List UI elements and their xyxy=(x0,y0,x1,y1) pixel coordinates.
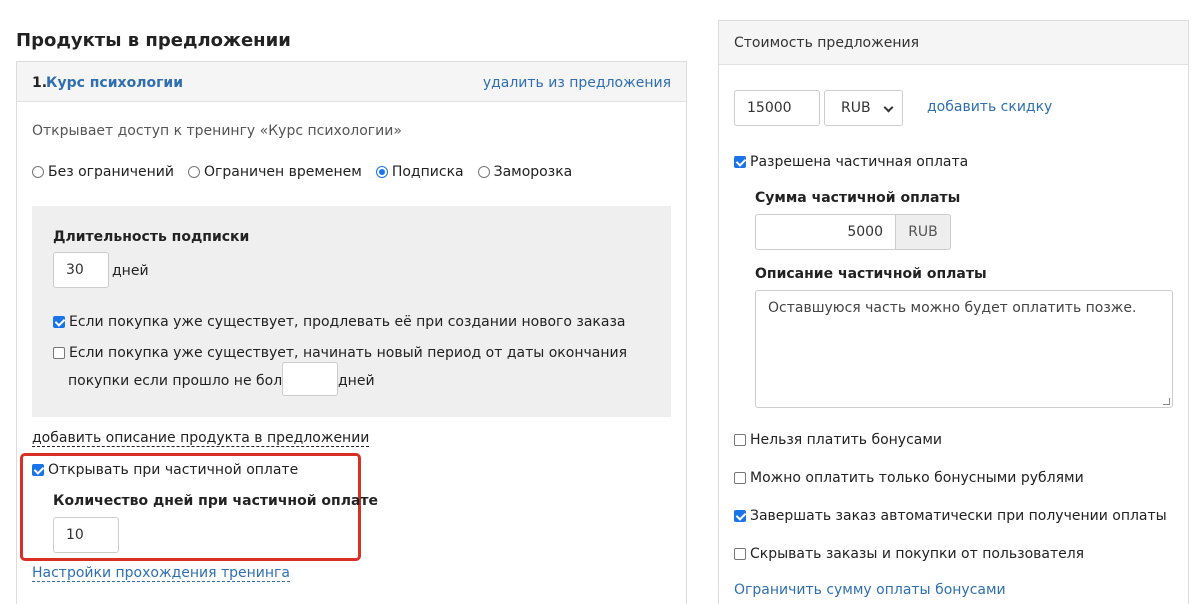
partial-description-text: Оставшуюся часть можно будет оплатить по… xyxy=(768,300,1137,316)
product-name-link[interactable]: Курс психологии xyxy=(46,75,183,91)
radio-button[interactable] xyxy=(188,166,200,178)
price-title: Стоимость предложения xyxy=(734,35,920,51)
radio-button[interactable] xyxy=(477,166,490,178)
partial-days-input[interactable]: 10 xyxy=(53,517,119,553)
currency-select-value: RUB xyxy=(841,100,871,116)
price-amount-input[interactable]: 15000 xyxy=(734,90,820,126)
partial-description-textarea[interactable]: Оставшуюся часть можно будет оплатить по… xyxy=(755,290,1173,408)
open-on-partial-checkbox[interactable] xyxy=(32,464,44,476)
bonus-only-checkbox[interactable] xyxy=(734,472,746,484)
add-discount-link[interactable]: добавить скидку xyxy=(927,99,1052,115)
duration-unit-label: дней xyxy=(112,263,149,279)
product-header: 1. Курс психологии удалить из предложени… xyxy=(17,62,686,102)
radio-unlimited[interactable]: Без ограничений xyxy=(32,164,174,180)
radio-label: Без ограничений xyxy=(48,164,174,180)
subscription-duration-input[interactable]: 30 xyxy=(53,252,109,288)
auto-complete-checkbox[interactable] xyxy=(734,510,746,522)
extend-purchase-label: Если покупка уже существует, продлевать … xyxy=(69,314,626,330)
hide-orders-option[interactable]: Скрывать заказы и покупки от пользовател… xyxy=(734,546,1084,562)
extend-purchase-option[interactable]: Если покупка уже существует, продлевать … xyxy=(53,314,626,330)
radio-label: Заморозка xyxy=(493,164,573,180)
new-period-label-continued: покупки если прошло не более xyxy=(68,373,300,389)
new-period-unit-label: дней xyxy=(338,373,375,389)
open-on-partial-label: Открывать при частичной оплате xyxy=(48,462,299,478)
no-bonus-checkbox[interactable] xyxy=(734,434,746,446)
subscription-settings-box: Длительность подписки 30 дней Если покуп… xyxy=(32,206,671,417)
access-description: Открывает доступ к тренингу «Курс психол… xyxy=(32,123,402,139)
hide-orders-checkbox[interactable] xyxy=(734,548,746,560)
radio-time-limited[interactable]: Ограничен временем xyxy=(188,164,362,180)
add-product-description-link[interactable]: добавить описание продукта в предложении xyxy=(32,430,370,447)
product-panel: 1. Курс психологии удалить из предложени… xyxy=(16,61,687,604)
new-period-option[interactable]: Если покупка уже существует, начинать но… xyxy=(53,345,627,361)
limit-bonus-link[interactable]: Ограничить сумму оплаты бонусами xyxy=(734,582,1006,598)
currency-select[interactable]: RUB xyxy=(824,90,903,126)
price-header: Стоимость предложения xyxy=(719,21,1188,65)
price-panel: Стоимость предложения 15000 RUB добавить… xyxy=(718,20,1189,604)
extend-purchase-checkbox[interactable] xyxy=(53,316,65,328)
new-period-checkbox[interactable] xyxy=(53,347,65,359)
access-type-radio-group: Без ограничений Ограничен временем Подпи… xyxy=(32,164,572,180)
section-title: Продукты в предложении xyxy=(16,30,291,51)
remove-product-link[interactable]: удалить из предложения xyxy=(483,75,671,91)
chevron-down-icon xyxy=(883,102,894,113)
auto-complete-option[interactable]: Завершать заказ автоматически при получе… xyxy=(734,508,1167,524)
partial-sum-title: Сумма частичной оплаты xyxy=(755,190,961,206)
radio-button[interactable] xyxy=(375,166,388,178)
training-settings-link[interactable]: Настройки прохождения тренинга xyxy=(32,565,290,582)
partial-sum-currency: RUB xyxy=(895,214,951,250)
allow-partial-checkbox[interactable] xyxy=(734,156,746,168)
radio-freeze[interactable]: Заморозка xyxy=(477,164,573,180)
partial-days-title: Количество дней при частичной оплате xyxy=(53,493,379,509)
bonus-only-option[interactable]: Можно оплатить только бонусными рублями xyxy=(734,470,1084,486)
partial-description-title: Описание частичной оплаты xyxy=(755,266,987,282)
bonus-only-label: Можно оплатить только бонусными рублями xyxy=(750,470,1084,486)
allow-partial-label: Разрешена частичная оплата xyxy=(750,154,969,170)
radio-button[interactable] xyxy=(32,166,44,178)
subscription-duration-title: Длительность подписки xyxy=(53,229,250,245)
resize-handle-icon[interactable] xyxy=(1163,398,1170,405)
radio-label: Подписка xyxy=(391,164,464,180)
allow-partial-option[interactable]: Разрешена частичная оплата xyxy=(734,154,968,170)
new-period-days-input[interactable] xyxy=(282,362,338,396)
partial-sum-input[interactable]: 5000 xyxy=(755,214,896,250)
radio-subscription[interactable]: Подписка xyxy=(375,164,464,180)
no-bonus-label: Нельзя платить бонусами xyxy=(750,432,943,448)
open-on-partial-option[interactable]: Открывать при частичной оплате xyxy=(32,462,298,478)
new-period-label: Если покупка уже существует, начинать но… xyxy=(69,345,628,361)
hide-orders-label: Скрывать заказы и покупки от пользовател… xyxy=(750,546,1085,562)
auto-complete-label: Завершать заказ автоматически при получе… xyxy=(750,508,1167,524)
radio-label: Ограничен временем xyxy=(204,164,362,180)
no-bonus-option[interactable]: Нельзя платить бонусами xyxy=(734,432,942,448)
product-number: 1. xyxy=(32,75,48,91)
